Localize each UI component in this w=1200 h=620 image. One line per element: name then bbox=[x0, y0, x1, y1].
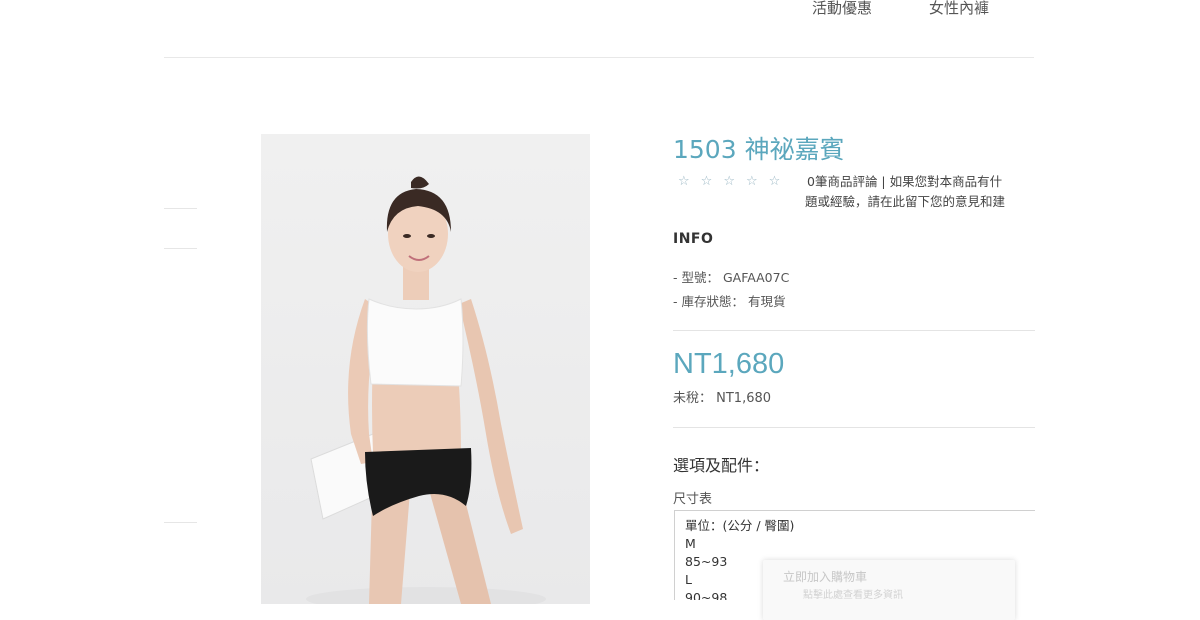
price: NT1,680 bbox=[673, 348, 785, 380]
sidebar-divider bbox=[164, 522, 197, 523]
size-chart-line: 單位：(公分 / 臀圍) bbox=[685, 518, 795, 533]
model-illustration bbox=[306, 176, 546, 604]
star-icon: ☆ bbox=[768, 174, 792, 189]
floating-popup[interactable]: 立即加入購物車 點擊此處查看更多資訊 bbox=[763, 560, 1015, 620]
review-summary[interactable]: 0筆商品評論 | 如果您對本商品有什 題或經驗，請在此留下您的意見和建 bbox=[805, 172, 1005, 209]
star-icon: ☆ bbox=[745, 174, 769, 189]
sidebar-divider bbox=[164, 248, 197, 249]
spec-model: - 型號： GAFAA07C bbox=[673, 270, 790, 285]
spec-stock: - 庫存狀態： 有現貨 bbox=[673, 294, 786, 309]
star-icon: ☆ bbox=[723, 174, 746, 189]
divider bbox=[673, 330, 1035, 331]
nav-divider bbox=[164, 57, 1034, 58]
star-icon: ☆ bbox=[678, 174, 701, 189]
product-title: 1503 神祕嘉賓 bbox=[673, 135, 845, 164]
star-icon: ☆ bbox=[700, 174, 724, 189]
options-heading: 選項及配件： bbox=[673, 456, 770, 475]
price-ex-tax: 未稅： NT1,680 bbox=[673, 391, 772, 406]
nav-item-promotions[interactable]: 活動優惠 bbox=[812, 0, 872, 18]
info-heading: INFO bbox=[673, 231, 714, 247]
sidebar-divider bbox=[164, 208, 197, 209]
review-line-2: 題或經驗，請在此留下您的意見和建 bbox=[805, 194, 1006, 209]
review-line-1[interactable]: 0筆商品評論 | 如果您對本商品有什 bbox=[807, 174, 1002, 189]
star-rating[interactable]: ☆☆☆☆☆ bbox=[678, 174, 791, 189]
nav-item-womens-underwear[interactable]: 女性內褲 bbox=[929, 0, 989, 18]
product-image[interactable] bbox=[261, 134, 590, 604]
product-info: 1503 神祕嘉賓 ☆☆☆☆☆ 0筆商品評論 | 如果您對本商品有什 題或經驗，… bbox=[673, 130, 1035, 600]
size-chart-line: M bbox=[685, 536, 696, 551]
divider bbox=[673, 427, 1035, 428]
size-chart-label: 尺寸表 bbox=[673, 492, 713, 507]
popup-line-2: 點擊此處查看更多資訊 bbox=[803, 590, 903, 601]
top-nav: 活動優惠 女性內褲 bbox=[0, 0, 1200, 20]
popup-line-1: 立即加入購物車 bbox=[783, 570, 868, 584]
